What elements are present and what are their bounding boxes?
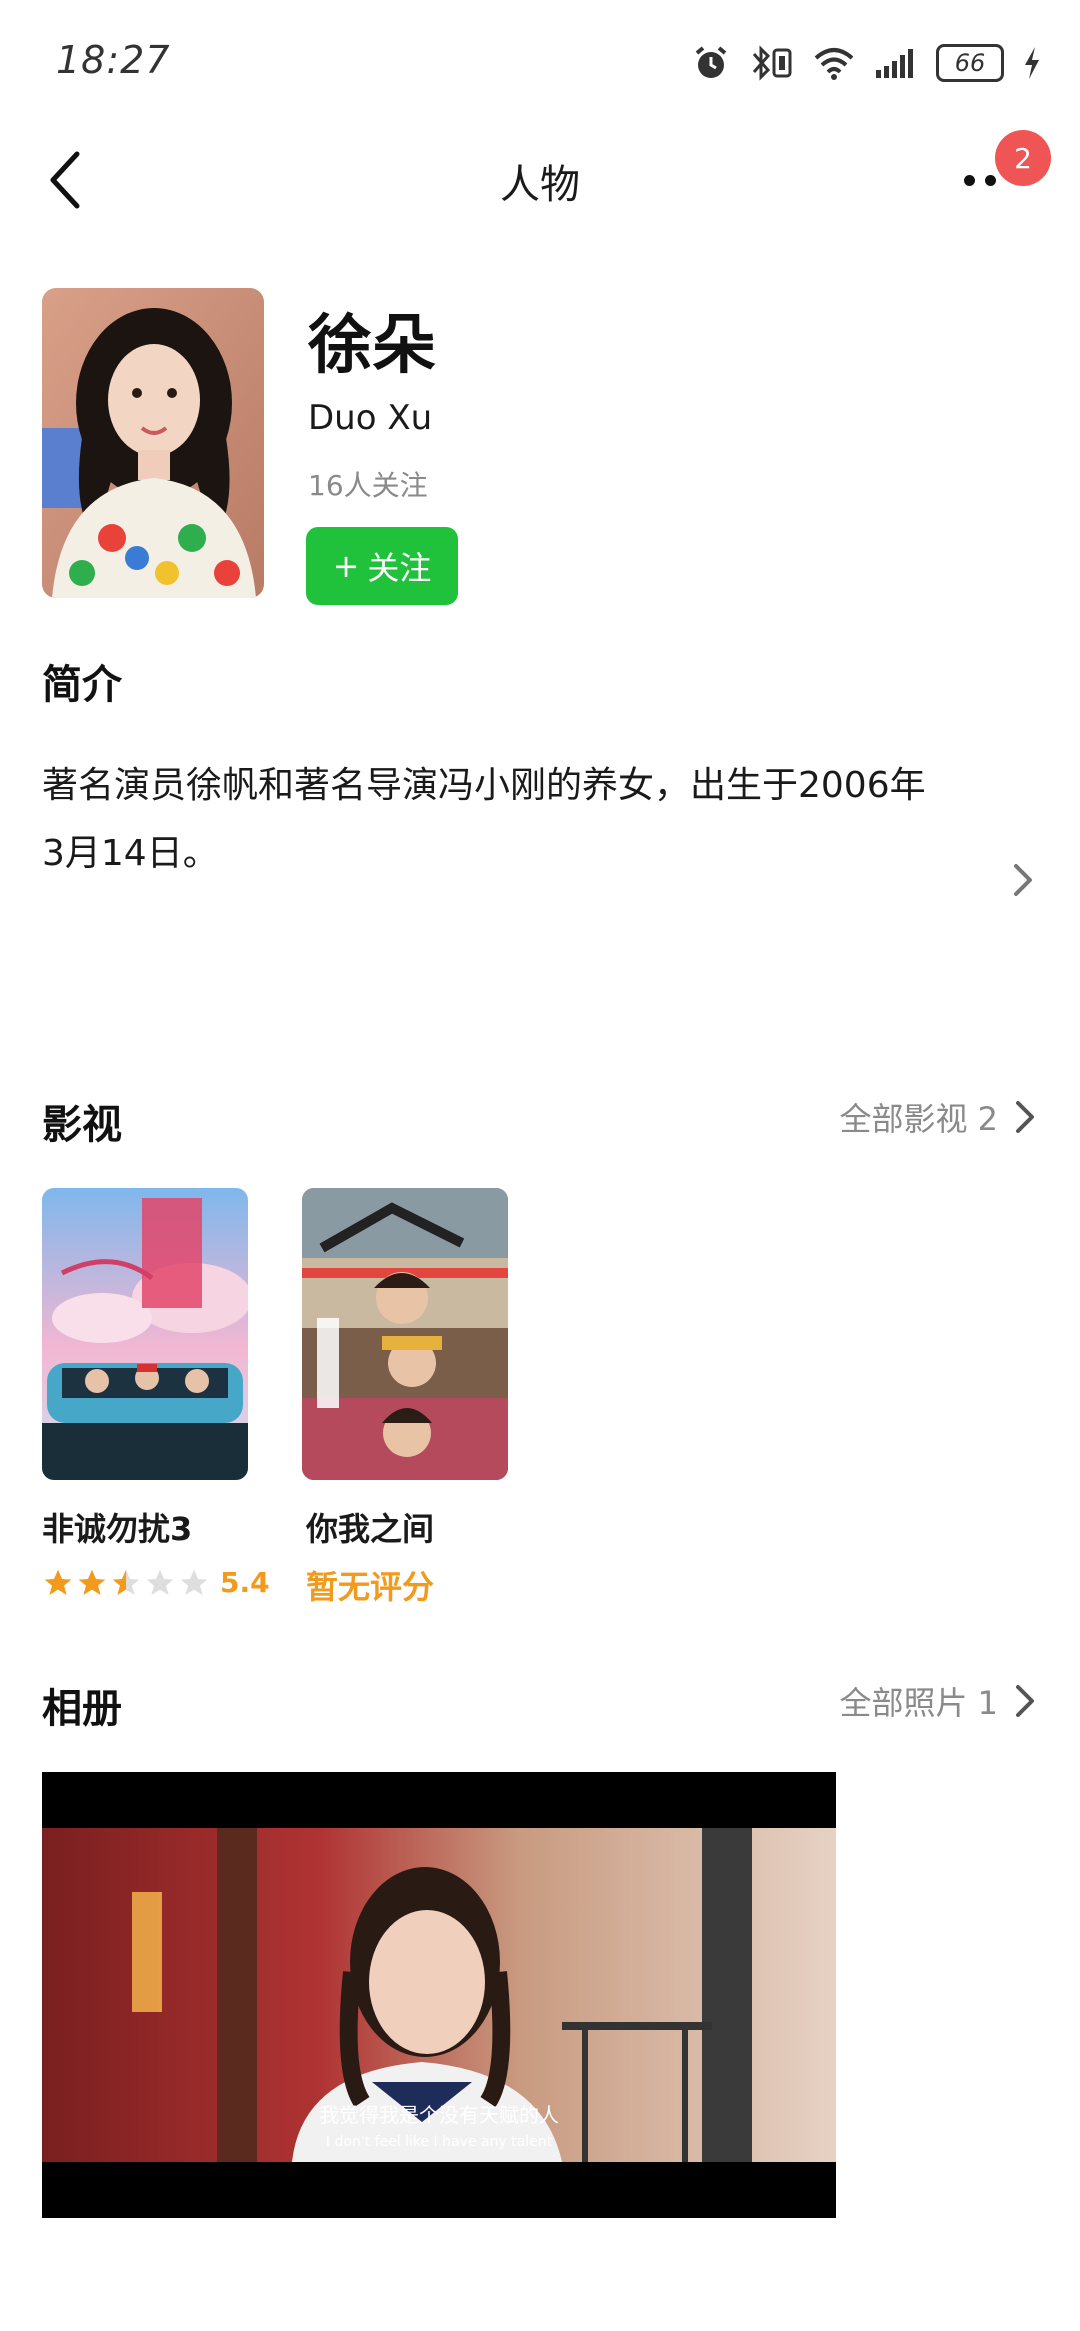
rating-stars: 5.4 — [42, 1566, 270, 1599]
work-poster[interactable] — [302, 1188, 508, 1480]
avatar — [42, 288, 264, 598]
work-title[interactable]: 非诚勿扰3 — [42, 1504, 192, 1550]
star-empty-icon — [146, 1569, 174, 1595]
album-title: 相册 — [42, 1686, 122, 1732]
alarm-icon — [695, 46, 727, 78]
all-works-label: 全部影视 2 — [839, 1100, 998, 1138]
all-photos-link[interactable]: 全部照片 1 — [839, 1678, 1036, 1724]
photo-caption-en: I don't feel like I have any talent — [326, 2134, 553, 2150]
page-title: 人物 — [500, 162, 580, 208]
work-poster[interactable] — [42, 1188, 248, 1480]
intro-expand-button[interactable] — [1002, 860, 1042, 900]
all-photos-label: 全部照片 1 — [839, 1684, 998, 1722]
star-empty-icon — [180, 1569, 208, 1595]
notification-badge: 2 — [995, 130, 1051, 186]
work-title[interactable]: 你我之间 — [306, 1504, 434, 1550]
star-half-icon — [112, 1569, 140, 1595]
follow-button[interactable]: + 关注 — [306, 527, 458, 605]
follow-button-label: 关注 — [367, 549, 432, 587]
intro-title: 简介 — [42, 662, 122, 708]
signal-icon — [876, 49, 913, 78]
star-full-icon — [78, 1569, 106, 1595]
more-dot-icon — [985, 174, 996, 186]
person-name-en: Duo Xu — [308, 398, 433, 438]
star-full-icon — [44, 1569, 72, 1595]
follower-count: 16人关注 — [308, 469, 428, 502]
rating-value: 5.4 — [220, 1566, 270, 1599]
chevron-right-icon — [1016, 1101, 1034, 1133]
no-rating-label: 暂无评分 — [306, 1568, 435, 1606]
photo-caption-cn: 我觉得我是个没有天赋的人 — [319, 2103, 559, 2127]
battery-icon: 66 — [936, 44, 1004, 82]
wifi-icon — [814, 48, 854, 80]
all-works-link[interactable]: 全部影视 2 — [839, 1094, 1036, 1140]
chevron-right-icon — [1016, 1685, 1034, 1717]
album-photo[interactable]: 我觉得我是个没有天赋的人 I don't feel like I have an… — [42, 1772, 836, 2218]
status-time: 18:27 — [56, 38, 171, 82]
chevron-right-icon — [1014, 864, 1032, 896]
status-icons: 66 — [692, 40, 1042, 86]
person-name: 徐朵 — [308, 309, 436, 383]
more-dot-icon — [964, 174, 975, 186]
intro-text[interactable]: 著名演员徐帆和著名导演冯小刚的养女，出生于2006年3月14日。 — [42, 752, 942, 888]
charging-icon — [1025, 47, 1039, 79]
bluetooth-icon — [752, 45, 792, 81]
works-title: 影视 — [42, 1102, 122, 1148]
plus-icon: + — [332, 547, 360, 585]
